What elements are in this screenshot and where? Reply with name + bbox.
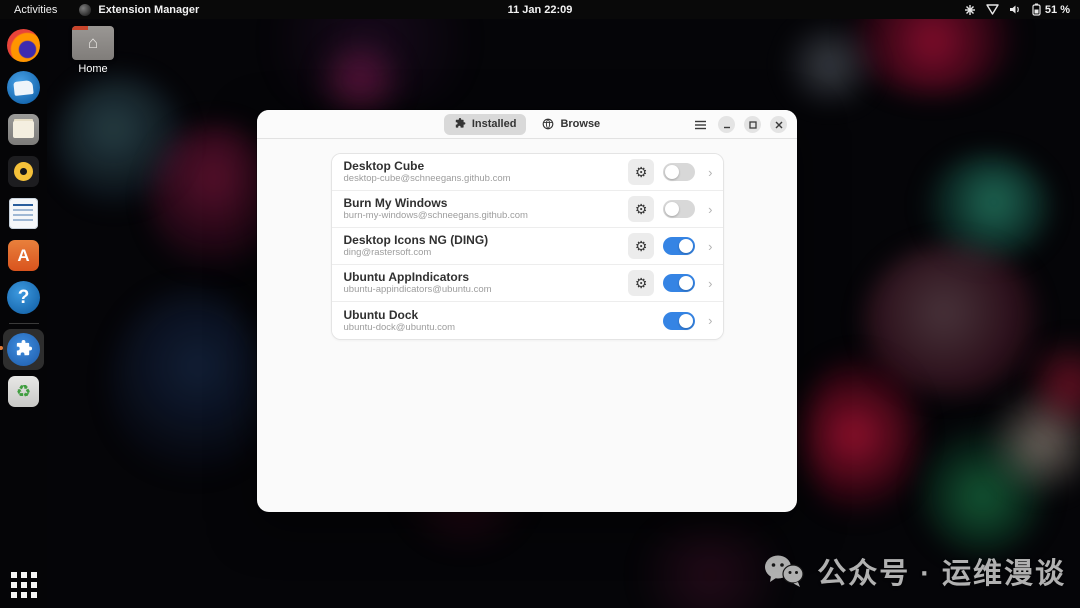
close-icon — [775, 121, 783, 129]
house-glyph-icon: ⌂ — [72, 26, 114, 60]
installed-extensions-view: Desktop Cube desktop-cube@schneegans.git… — [257, 139, 797, 512]
dock-item-software-updater[interactable]: ♻ — [3, 371, 44, 412]
enable-toggle[interactable] — [663, 163, 695, 181]
enable-toggle[interactable] — [663, 200, 695, 218]
window-controls — [691, 110, 787, 139]
rhythmbox-icon — [8, 156, 39, 187]
firefox-icon — [7, 29, 40, 62]
toggle-knob — [679, 276, 693, 290]
enable-toggle[interactable] — [663, 237, 695, 255]
settings-gear-icon[interactable]: ⚙ — [628, 233, 654, 259]
extension-row-burn-my-windows[interactable]: Burn My Windows burn-my-windows@schneega… — [332, 191, 723, 228]
dock-item-files[interactable] — [3, 109, 44, 150]
jellyfish-red-right — [800, 355, 920, 515]
titlebar[interactable]: Installed Browse — [257, 110, 797, 139]
jellyfish-blue-left — [110, 290, 270, 480]
extension-uuid: burn-my-windows@schneegans.github.com — [344, 210, 629, 222]
settings-gear-icon[interactable]: ⚙ — [628, 159, 654, 185]
extension-uuid: ding@rastersoft.com — [344, 247, 629, 259]
tab-installed[interactable]: Installed — [444, 114, 527, 135]
extension-uuid: ubuntu-dock@ubuntu.com — [344, 322, 629, 334]
dock-item-extension-manager[interactable] — [3, 329, 44, 370]
top-bar: Activities Extension Manager 11 Jan 22:0… — [0, 0, 1080, 19]
dock-item-firefox[interactable] — [3, 25, 44, 66]
extension-row-desktop-icons-ng[interactable]: Desktop Icons NG (DING) ding@rastersoft.… — [332, 228, 723, 265]
desktop-home-shortcut[interactable]: ⌂ Home — [68, 26, 118, 75]
focused-app-title: Extension Manager — [98, 4, 199, 16]
menu-button[interactable] — [691, 116, 709, 134]
battery-icon — [1032, 3, 1041, 16]
tab-installed-label: Installed — [472, 118, 517, 130]
enable-toggle[interactable] — [663, 274, 695, 292]
toggle-knob — [665, 202, 679, 216]
home-folder-icon: ⌂ — [72, 26, 114, 60]
hamburger-icon — [694, 120, 707, 130]
close-button[interactable] — [770, 116, 787, 133]
extensions-list: Desktop Cube desktop-cube@schneegans.git… — [331, 153, 724, 340]
wifi-icon — [986, 4, 999, 15]
chevron-right-icon[interactable]: › — [708, 203, 712, 216]
chevron-right-icon[interactable]: › — [708, 240, 712, 253]
show-applications-button[interactable] — [11, 572, 37, 598]
battery-percent: 51 % — [1045, 4, 1070, 16]
input-settings-icon — [964, 4, 976, 16]
globe-icon — [542, 118, 554, 130]
watermark: 公众号 · 运维漫谈 — [763, 550, 1066, 592]
chevron-right-icon[interactable]: › — [708, 314, 712, 327]
dock-separator — [9, 323, 39, 324]
enable-toggle[interactable] — [663, 312, 695, 330]
dock-item-thunderbird[interactable] — [3, 67, 44, 108]
libreoffice-writer-icon — [9, 198, 38, 229]
extension-row-ubuntu-dock[interactable]: Ubuntu Dock ubuntu-dock@ubuntu.com › — [332, 302, 723, 339]
extension-uuid: ubuntu-appindicators@ubuntu.com — [344, 284, 629, 296]
help-icon: ? — [7, 281, 40, 314]
files-icon — [8, 114, 39, 145]
jellyfish-white-top-right — [775, 25, 885, 105]
tab-browse[interactable]: Browse — [532, 114, 610, 135]
minimize-button[interactable] — [718, 116, 735, 133]
thunderbird-icon — [7, 71, 40, 104]
puzzle-icon — [454, 118, 466, 130]
watermark-text: 公众号 · 运维漫谈 — [817, 550, 1066, 592]
extension-name: Desktop Icons NG (DING) — [344, 233, 629, 247]
extension-uuid: desktop-cube@schneegans.github.com — [344, 173, 629, 185]
dock: A ? ♻ — [0, 19, 47, 608]
desktop-screen: Activities Extension Manager 11 Jan 22:0… — [0, 0, 1080, 608]
extension-name: Ubuntu AppIndicators — [344, 270, 629, 284]
dock-item-rhythmbox[interactable] — [3, 151, 44, 192]
extension-manager-icon — [7, 333, 40, 366]
toggle-knob — [679, 239, 693, 253]
ubuntu-software-icon: A — [8, 240, 39, 271]
extension-name: Burn My Windows — [344, 196, 629, 210]
dock-item-ubuntu-software[interactable]: A — [3, 235, 44, 276]
wechat-icon — [763, 553, 805, 589]
minimize-icon — [723, 121, 731, 129]
maximize-button[interactable] — [744, 116, 761, 133]
volume-icon — [1009, 4, 1022, 15]
extension-name: Ubuntu Dock — [344, 308, 629, 322]
software-updater-icon: ♻ — [8, 376, 39, 407]
chevron-right-icon[interactable]: › — [708, 277, 712, 290]
settings-gear-icon[interactable]: ⚙ — [628, 270, 654, 296]
chevron-right-icon[interactable]: › — [708, 166, 712, 179]
extension-name: Desktop Cube — [344, 159, 629, 173]
view-switcher: Installed Browse — [444, 114, 610, 135]
focused-app-menu[interactable]: Extension Manager — [79, 4, 199, 16]
activities-button[interactable]: Activities — [14, 4, 57, 16]
dock-item-help[interactable]: ? — [3, 277, 44, 318]
extension-manager-app-icon — [79, 4, 91, 16]
extension-manager-window: Installed Browse — [257, 110, 797, 512]
jellyfish-teal-right — [925, 155, 1050, 260]
home-label: Home — [68, 63, 118, 75]
toggle-knob — [679, 314, 693, 328]
settings-gear-icon[interactable]: ⚙ — [628, 196, 654, 222]
dock-item-libreoffice-writer[interactable] — [3, 193, 44, 234]
extension-row-desktop-cube[interactable]: Desktop Cube desktop-cube@schneegans.git… — [332, 154, 723, 191]
maximize-icon — [749, 121, 757, 129]
extension-row-ubuntu-appindicators[interactable]: Ubuntu AppIndicators ubuntu-appindicator… — [332, 265, 723, 302]
system-status-area[interactable]: 51 % — [964, 3, 1080, 16]
tab-browse-label: Browse — [560, 118, 600, 130]
toggle-knob — [665, 165, 679, 179]
